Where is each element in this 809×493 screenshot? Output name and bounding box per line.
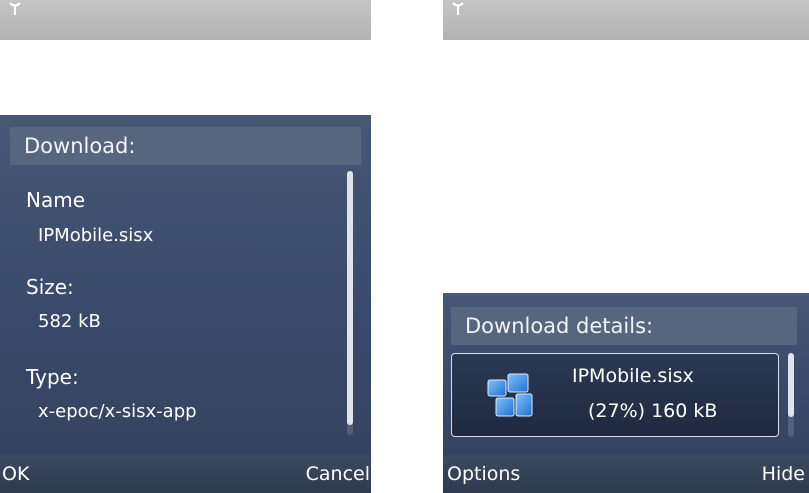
scrollbar[interactable] [347,171,353,435]
download-progress-screen: Download details: IPMobile.sisx (27%) 16… [443,0,809,493]
download-confirm-screen: Download: Name IPMobile.sisx Size: 582 k… [0,0,371,493]
ok-softkey[interactable]: OK [2,455,29,493]
dialog-title: Download: [10,127,361,165]
download-list-item[interactable]: IPMobile.sisx (27%) 160 kB [451,353,779,437]
status-bar [0,0,371,40]
signal-antenna-icon [9,2,21,15]
download-progress-text: (27%) 160 kB [588,400,718,422]
dialog-title: Download details: [451,307,797,345]
size-label: Size: [26,275,74,299]
scrollbar-thumb[interactable] [347,171,353,425]
cancel-softkey[interactable]: Cancel [306,455,370,493]
download-dialog: Download: Name IPMobile.sisx Size: 582 k… [0,115,371,455]
type-label: Type: [26,365,79,389]
scrollbar[interactable] [788,353,794,437]
name-value: IPMobile.sisx [38,225,154,246]
softkey-bar: Options Hide [443,455,809,493]
name-label: Name [26,188,86,212]
sis-installer-icon [487,373,533,417]
download-details-dialog: Download details: IPMobile.sisx (27%) 16… [443,293,809,455]
size-value: 582 kB [38,311,101,332]
signal-antenna-icon [452,2,464,15]
hide-softkey[interactable]: Hide [762,455,805,493]
type-value: x-epoc/x-sisx-app [38,401,197,422]
status-bar [443,0,809,40]
options-softkey[interactable]: Options [447,455,520,493]
download-file-name: IPMobile.sisx [572,365,694,387]
softkey-bar: OK Cancel [0,455,371,493]
scrollbar-thumb[interactable] [788,353,794,417]
